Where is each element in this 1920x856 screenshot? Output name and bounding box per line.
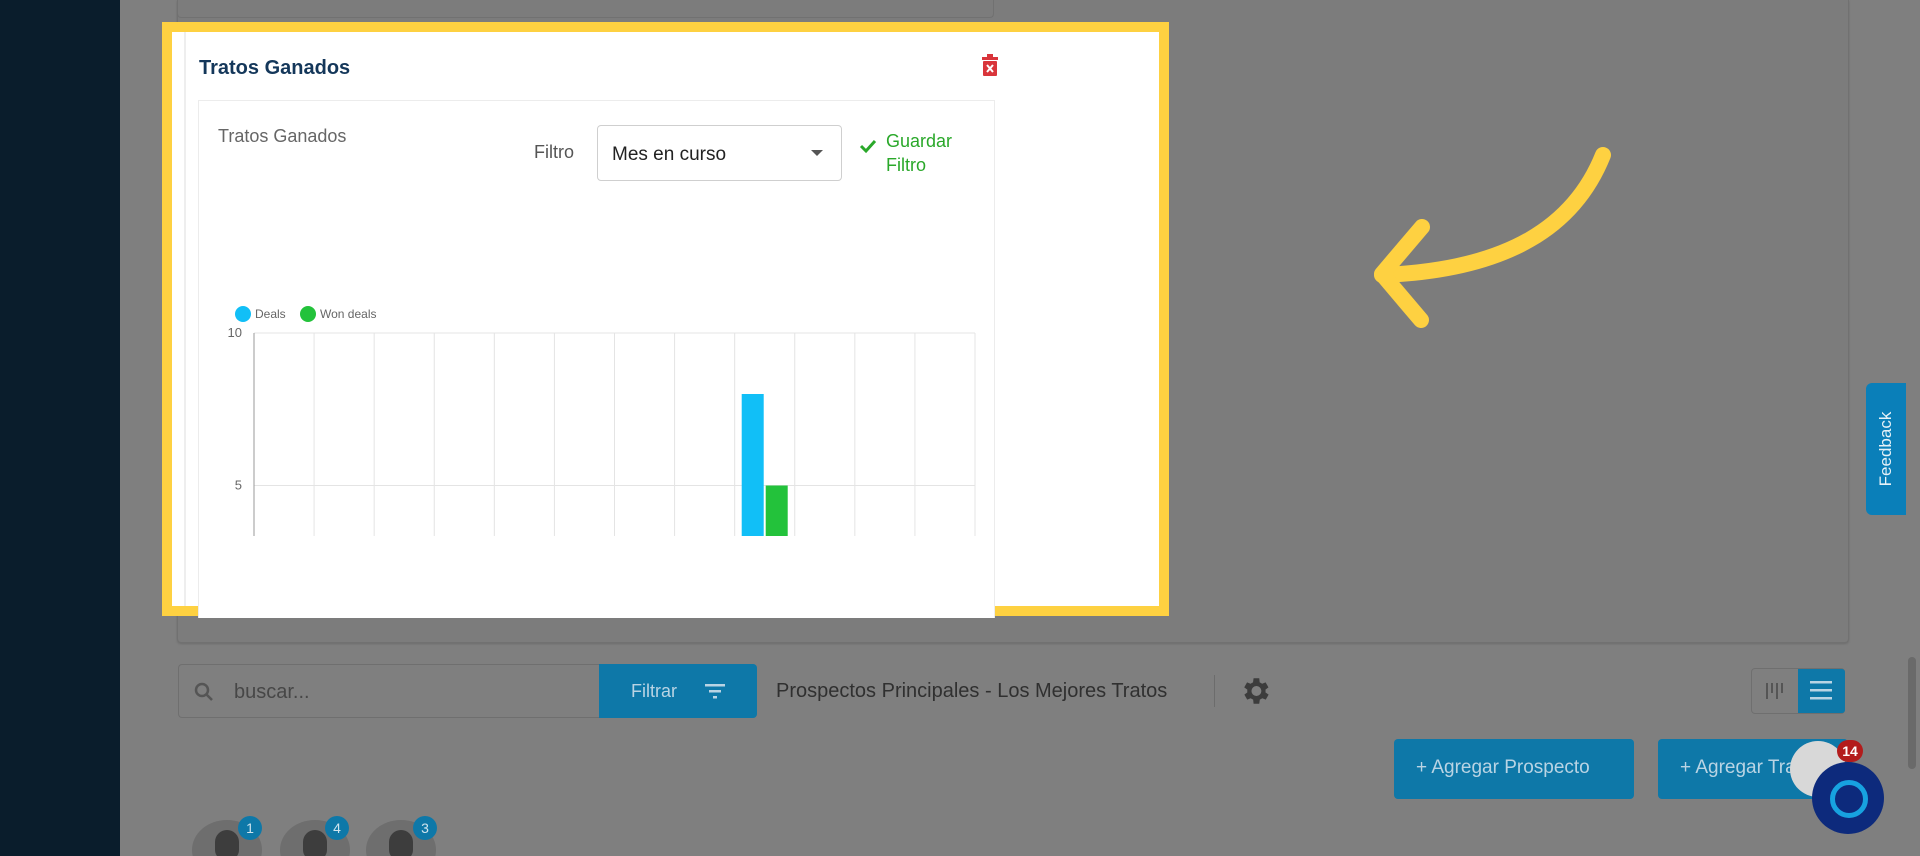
list-view-icon[interactable] bbox=[1798, 669, 1845, 713]
chart-panel-title: Tratos Ganados bbox=[218, 126, 347, 146]
view-toggle bbox=[1751, 668, 1845, 714]
delete-widget-icon[interactable] bbox=[980, 53, 1000, 77]
period-filter-value: Mes en curso bbox=[612, 144, 727, 165]
search-box bbox=[178, 664, 600, 718]
page-scrollbar[interactable] bbox=[1908, 657, 1916, 769]
pipeline-name: Prospectos Principales - Los Mejores Tra… bbox=[776, 680, 1168, 702]
highlighted-widget: Tratos Ganados Tratos Ganados Filtro Mes… bbox=[162, 22, 1169, 618]
y-tick-label: 5 bbox=[235, 478, 242, 493]
legend-label-0: Deals bbox=[255, 307, 286, 321]
bar-Sept-0 bbox=[741, 394, 764, 536]
filter-icon bbox=[705, 684, 725, 699]
annotation-arrow bbox=[1374, 147, 1611, 328]
app-sidebar bbox=[0, 0, 120, 856]
filter-label: Filtro bbox=[534, 142, 574, 162]
widget-left-border bbox=[184, 32, 186, 606]
feedback-tab[interactable]: Feedback bbox=[1866, 383, 1906, 515]
toolbar-divider bbox=[1214, 675, 1215, 707]
save-filter-label: Guardar Filtro bbox=[886, 131, 953, 175]
search-input[interactable] bbox=[234, 677, 574, 707]
add-prospect-button[interactable]: + Agregar Prospecto bbox=[1394, 739, 1634, 799]
bar-Sept-1 bbox=[765, 485, 788, 536]
add-prospect-label: + Agregar Prospecto bbox=[1416, 757, 1590, 778]
search-icon bbox=[194, 682, 213, 701]
avatar-badge: 3 bbox=[413, 816, 437, 840]
feedback-label: Feedback bbox=[1876, 411, 1895, 487]
avatar-badge: 4 bbox=[325, 816, 349, 840]
chat-badge: 14 bbox=[1837, 740, 1863, 762]
widget-title: Tratos Ganados bbox=[199, 57, 351, 79]
save-filter-button[interactable]: Guardar Filtro bbox=[859, 127, 979, 179]
assistant-bot-icon[interactable] bbox=[1812, 762, 1884, 834]
gear-icon[interactable] bbox=[1238, 674, 1272, 708]
legend-marker-1 bbox=[300, 306, 316, 322]
chart-panel: Tratos Ganados Filtro Mes en curso Guard… bbox=[198, 100, 995, 618]
avatar-badge: 1 bbox=[238, 816, 262, 840]
kanban-view-icon[interactable] bbox=[1752, 669, 1798, 713]
filter-button-label: Filtrar bbox=[631, 681, 677, 701]
check-icon bbox=[859, 139, 877, 154]
filter-button[interactable]: Filtrar bbox=[599, 664, 757, 718]
won-deals-chart: DealsWon deals0510JanFebMarAprMayJunJulA… bbox=[228, 306, 976, 536]
period-filter-select[interactable]: Mes en curso bbox=[597, 125, 842, 181]
legend-label-1: Won deals bbox=[320, 307, 376, 321]
y-tick-label: 10 bbox=[228, 325, 242, 340]
legend-marker-0 bbox=[235, 306, 251, 322]
previous-widget-edge bbox=[177, 0, 994, 18]
chevron-down-icon bbox=[811, 150, 823, 156]
